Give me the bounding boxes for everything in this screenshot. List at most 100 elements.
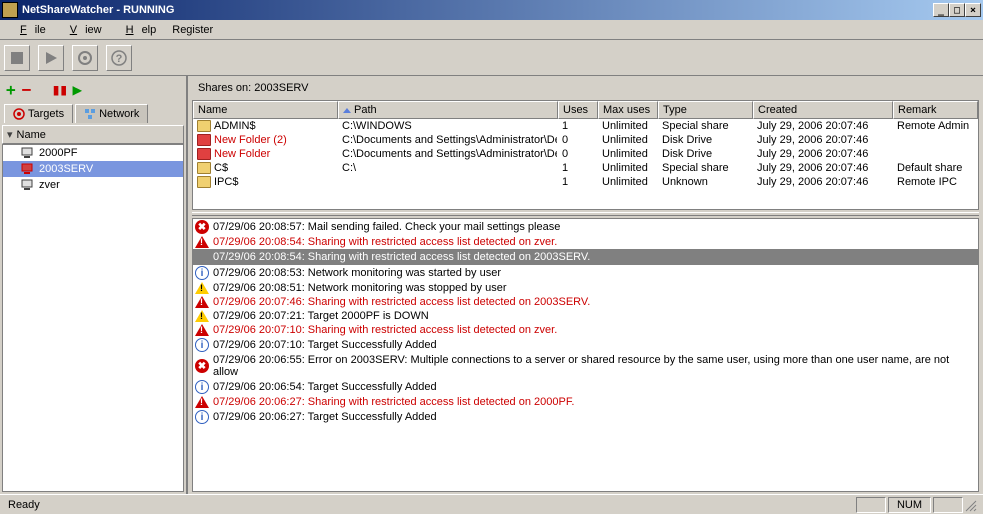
log-row[interactable]: 07/29/06 20:08:54: Sharing with restrict… [193,235,978,249]
cell-remark [893,133,978,147]
menu-register[interactable]: Register [164,22,221,38]
tree-header[interactable]: ▾ Name [2,125,184,144]
horizontal-splitter[interactable] [192,212,979,216]
col-remark[interactable]: Remark [893,101,978,119]
stop-button[interactable] [4,45,30,71]
add-target-button[interactable]: + [6,80,16,99]
tree-item-label: zver [39,179,60,191]
log-row[interactable]: i07/29/06 20:06:54: Target Successfully … [193,379,978,395]
status-cell-3 [933,497,963,513]
sort-asc-icon [343,108,351,113]
close-button[interactable]: × [965,3,981,17]
help-icon: ? [111,50,127,66]
info-icon: i [195,338,209,352]
cell-type: Special share [658,161,753,175]
grid-row[interactable]: New Folder (2)C:\Documents and Settings\… [193,133,978,147]
cell-created: July 29, 2006 20:07:46 [753,161,893,175]
cell-name: New Folder [193,147,338,161]
right-panel: Shares on: 2003SERV Name Path Uses Max u… [188,76,983,494]
log-row[interactable]: ✖ 07/29/06 20:06:55: Error on 2003SERV: M… [193,353,978,379]
tab-targets[interactable]: Targets [4,104,73,123]
titlebar[interactable]: NetShareWatcher - RUNNING _ □ × [0,0,983,20]
log-text: 07/29/06 20:07:10: Target Successfully A… [213,339,437,351]
tree-item-label: 2003SERV [39,163,93,175]
settings-button[interactable] [72,45,98,71]
status-cell-1 [856,497,886,513]
cell-path [338,175,558,189]
log-row[interactable]: i07/29/06 20:06:27: Target Successfully … [193,409,978,425]
remove-target-button[interactable]: − [22,80,32,99]
warning-icon [195,310,209,322]
col-uses[interactable]: Uses [558,101,598,119]
resize-grip[interactable] [963,498,979,512]
target-toolbar: + − ▮▮ ▶ [0,76,186,102]
tree-item[interactable]: 2000PF [3,145,183,161]
cell-name: ADMIN$ [193,119,338,133]
log-text: 07/29/06 20:08:54: Sharing with restrict… [213,251,590,263]
target-tree[interactable]: 2000PF 2003SERV zver [2,144,184,492]
computer-icon [21,179,35,191]
col-path[interactable]: Path [338,101,558,119]
log-text: 07/29/06 20:06:55: Error on 2003SERV: Mu… [213,354,976,378]
cell-type: Special share [658,119,753,133]
menu-view[interactable]: View [54,22,110,38]
pause-target-button[interactable]: ▮▮ [51,80,66,99]
log-text: 07/29/06 20:06:27: Target Successfully A… [213,411,437,423]
col-name[interactable]: Name [193,101,338,119]
help-button[interactable]: ? [106,45,132,71]
alert-icon [195,236,209,248]
tree-header-label: Name [17,129,46,141]
tab-targets-label: Targets [28,108,64,120]
network-icon [84,108,96,120]
log-row[interactable]: 07/29/06 20:08:51: Network monitoring wa… [193,281,978,295]
cell-max: Unlimited [598,119,658,133]
col-type[interactable]: Type [658,101,753,119]
tree-item[interactable]: 2003SERV [3,161,183,177]
play-target-button[interactable]: ▶ [73,80,83,99]
log-row[interactable]: 07/29/06 20:06:27: Sharing with restrict… [193,395,978,409]
grid-header: Name Path Uses Max uses Type Created Rem… [193,101,978,119]
col-max[interactable]: Max uses [598,101,658,119]
grid-row[interactable]: ADMIN$C:\WINDOWS1UnlimitedSpecial shareJ… [193,119,978,133]
log-row[interactable]: 07/29/06 20:07:46: Sharing with restrict… [193,295,978,309]
log-text: 07/29/06 20:07:10: Sharing with restrict… [213,324,557,336]
cell-max: Unlimited [598,175,658,189]
log-row[interactable]: i 07/29/06 20:07:10: Target Successfully … [193,337,978,353]
play-icon [44,51,58,65]
log-panel[interactable]: ✖07/29/06 20:08:57: Mail sending failed.… [192,218,979,492]
cell-uses: 0 [558,147,598,161]
log-row[interactable]: 07/29/06 20:07:10: Sharing with restrict… [193,323,978,337]
grid-row[interactable]: New FolderC:\Documents and Settings\Admi… [193,147,978,161]
cell-created: July 29, 2006 20:07:46 [753,147,893,161]
log-row[interactable]: i07/29/06 20:08:53: Network monitoring w… [193,265,978,281]
log-text: 07/29/06 20:06:27: Sharing with restrict… [213,396,574,408]
maximize-button[interactable]: □ [949,3,965,17]
tree-item[interactable]: zver [3,177,183,193]
log-row[interactable]: 07/29/06 20:08:54: Sharing with restrict… [193,249,978,265]
tree-item-label: 2000PF [39,147,78,159]
shares-grid[interactable]: Name Path Uses Max uses Type Created Rem… [192,100,979,210]
error-icon: ✖ [195,220,209,234]
log-row[interactable]: 07/29/06 20:07:21: Target 2000PF is DOWN [193,309,978,323]
grid-row[interactable]: C$C:\1UnlimitedSpecial shareJuly 29, 200… [193,161,978,175]
grid-row[interactable]: IPC$1UnlimitedUnknownJuly 29, 2006 20:07… [193,175,978,189]
log-text: 07/29/06 20:07:21: Target 2000PF is DOWN [213,310,429,322]
col-created[interactable]: Created [753,101,893,119]
error-icon: ✖ [195,359,209,373]
cell-remark [893,147,978,161]
cell-remark: Remote Admin [893,119,978,133]
window-title: NetShareWatcher - RUNNING [22,4,933,16]
log-row[interactable]: ✖07/29/06 20:08:57: Mail sending failed.… [193,219,978,235]
minimize-button[interactable]: _ [933,3,949,17]
cell-created: July 29, 2006 20:07:46 [753,133,893,147]
tab-network[interactable]: Network [75,104,148,123]
cell-name: IPC$ [193,175,338,189]
play-button[interactable] [38,45,64,71]
menu-help[interactable]: Help [110,22,165,38]
cell-path: C:\Documents and Settings\Administrator\… [338,147,558,161]
folder-icon [197,162,211,174]
computer-icon [21,147,35,159]
menu-file[interactable]: File [4,22,54,38]
folder-icon [197,176,211,188]
menubar: File View Help Register [0,20,983,40]
